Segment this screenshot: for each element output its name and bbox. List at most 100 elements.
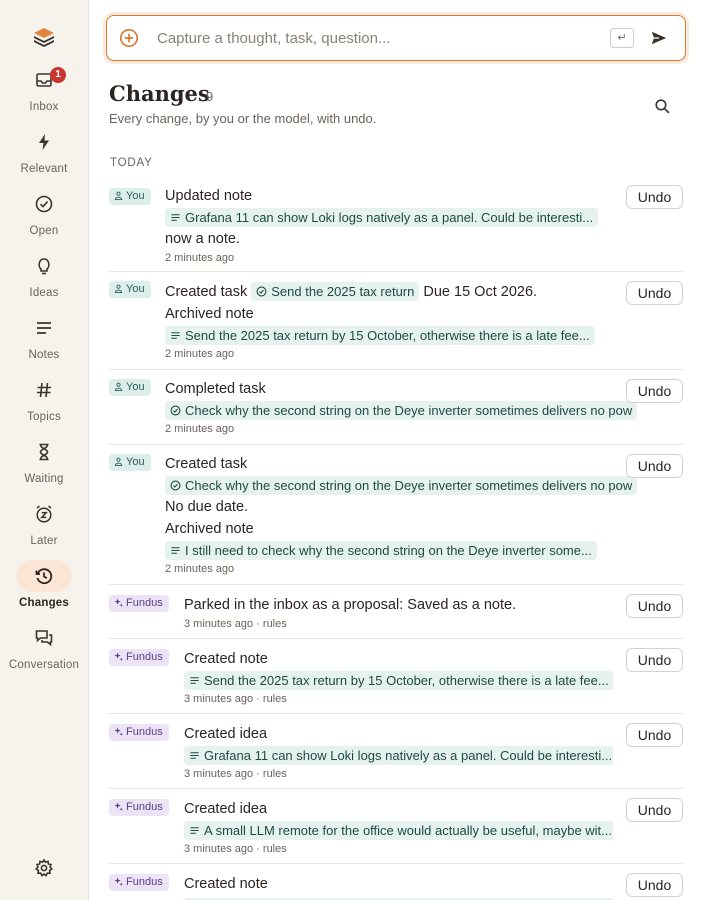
- sidebar-item-ideas[interactable]: Ideas: [0, 250, 88, 312]
- meta-separator: ·: [256, 693, 260, 705]
- actor-name: Fundus: [126, 876, 163, 888]
- sidebar-item-label: Waiting: [24, 473, 64, 485]
- actor-name: Fundus: [126, 597, 163, 609]
- undo-button[interactable]: Undo: [626, 873, 683, 897]
- task-title: Send the 2025 tax return: [271, 284, 415, 299]
- undo-button[interactable]: Undo: [626, 648, 683, 672]
- sidebar-item-label: Ideas: [29, 287, 59, 299]
- add-circle-icon[interactable]: [119, 28, 139, 48]
- sidebar-item-waiting[interactable]: Waiting: [0, 436, 88, 498]
- note-chip[interactable]: Send the 2025 tax return by 15 October, …: [165, 326, 595, 345]
- actor-name: You: [126, 190, 145, 202]
- person-icon: [114, 382, 123, 391]
- change-action: Created task: [165, 456, 248, 472]
- sidebar-item-relevant[interactable]: Relevant: [0, 126, 88, 188]
- due-date: No due date.: [165, 499, 249, 515]
- change-source: rules: [262, 618, 287, 630]
- change-timestamp: 2 minutes ago: [165, 348, 235, 360]
- sidebar-item-label: Later: [30, 535, 58, 547]
- note-chip[interactable]: Grafana 11 can show Loki logs natively a…: [165, 208, 599, 227]
- due-date: Due 15 Oct 2026.: [423, 284, 538, 300]
- change-detail: now a note.: [165, 231, 240, 247]
- sparkle-icon: [114, 877, 123, 886]
- undo-button[interactable]: Undo: [626, 798, 683, 822]
- person-icon: [114, 457, 123, 466]
- meta-separator: ·: [256, 843, 260, 855]
- check-circle-icon: [170, 405, 181, 416]
- change-entry: You Created task Send the 2025 tax retur…: [109, 272, 683, 370]
- idea-title: A small LLM remote for the office would …: [204, 823, 613, 838]
- lines-icon: [16, 312, 72, 344]
- lines-icon: [190, 752, 199, 759]
- change-action: Updated note: [165, 188, 253, 204]
- sidebar-item-inbox[interactable]: 1 Inbox: [0, 64, 88, 126]
- person-icon: [114, 191, 123, 200]
- page-subtitle: Every change, by you or the model, with …: [109, 111, 377, 126]
- sidebar-item-open[interactable]: Open: [0, 188, 88, 250]
- gear-icon[interactable]: [34, 858, 54, 878]
- lines-icon: [190, 827, 199, 834]
- actor-chip-you: You: [109, 281, 151, 298]
- note-title: Send the 2025 tax return by 15 October, …: [204, 673, 609, 688]
- undo-button[interactable]: Undo: [626, 281, 683, 305]
- sparkle-icon: [114, 652, 123, 661]
- search-icon[interactable]: [654, 98, 671, 115]
- note-chip[interactable]: Send the 2025 tax return by 15 October, …: [184, 671, 613, 690]
- change-source: rules: [262, 843, 287, 855]
- task-chip[interactable]: Check why the second string on the Deye …: [165, 401, 638, 420]
- change-timestamp: 2 minutes ago: [165, 423, 235, 435]
- task-chip[interactable]: Check why the second string on the Deye …: [165, 476, 638, 495]
- change-timestamp: 2 minutes ago: [165, 563, 235, 575]
- task-chip[interactable]: Send the 2025 tax return: [251, 282, 420, 301]
- undo-button[interactable]: Undo: [626, 185, 683, 209]
- undo-button[interactable]: Undo: [626, 723, 683, 747]
- sidebar-item-topics[interactable]: Topics: [0, 374, 88, 436]
- sidebar-item-label: Changes: [19, 597, 69, 609]
- change-entry: Fundus Created idea A small LLM remote f…: [109, 789, 683, 864]
- capture-input[interactable]: [157, 26, 597, 50]
- change-entry: Fundus Created note Undo: [109, 864, 683, 900]
- sidebar-item-notes[interactable]: Notes: [0, 312, 88, 374]
- stack-logo[interactable]: [33, 26, 55, 48]
- actor-name: You: [126, 283, 145, 295]
- change-entry: Fundus Created note Send the 2025 tax re…: [109, 639, 683, 714]
- idea-chip[interactable]: A small LLM remote for the office would …: [184, 821, 613, 840]
- lines-icon: [190, 677, 199, 684]
- sidebar-item-changes[interactable]: Changes: [0, 560, 88, 622]
- actor-chip-you: You: [109, 454, 151, 471]
- person-icon: [114, 284, 123, 293]
- change-entry: Fundus Created idea Grafana 11 can show …: [109, 714, 683, 789]
- actor-name: You: [126, 381, 145, 393]
- actor-name: You: [126, 456, 145, 468]
- actor-chip-fundus: Fundus: [109, 874, 169, 891]
- sidebar-nav: 1 Inbox Relevant Open Ideas Notes Topics…: [0, 64, 88, 684]
- change-entry: You Updated note Grafana 11 can show Lok…: [109, 180, 683, 272]
- undo-button[interactable]: Undo: [626, 594, 683, 618]
- sidebar: 1 Inbox Relevant Open Ideas Notes Topics…: [0, 0, 89, 900]
- history-icon: [16, 560, 72, 592]
- actor-name: Fundus: [126, 651, 163, 663]
- lines-icon: [171, 332, 180, 339]
- change-entry: You Completed task Check why the second …: [109, 370, 683, 445]
- lines-icon: [171, 214, 180, 221]
- change-action-secondary: Archived note: [165, 521, 254, 537]
- undo-button[interactable]: Undo: [626, 379, 683, 403]
- send-icon[interactable]: [650, 29, 668, 47]
- change-timestamp: 3 minutes ago: [184, 768, 254, 780]
- change-action: Completed task: [165, 381, 266, 397]
- note-chip[interactable]: I still need to check why the second str…: [165, 541, 597, 560]
- sidebar-item-label: Inbox: [29, 101, 59, 113]
- change-timestamp: 3 minutes ago: [184, 618, 254, 630]
- hourglass-icon: [16, 436, 72, 468]
- sidebar-item-later[interactable]: Later: [0, 498, 88, 560]
- idea-chip[interactable]: Grafana 11 can show Loki logs natively a…: [184, 746, 613, 765]
- sidebar-item-label: Notes: [28, 349, 60, 361]
- change-action: Created note: [184, 876, 268, 892]
- undo-button[interactable]: Undo: [626, 454, 683, 478]
- note-title: Send the 2025 tax return by 15 October, …: [185, 328, 590, 343]
- change-entry: You Created task Check why the second st…: [109, 445, 683, 585]
- sparkle-icon: [114, 598, 123, 607]
- sidebar-item-conversation[interactable]: Conversation: [0, 622, 88, 684]
- bolt-icon: [16, 126, 72, 158]
- chat-icon: [16, 622, 72, 654]
